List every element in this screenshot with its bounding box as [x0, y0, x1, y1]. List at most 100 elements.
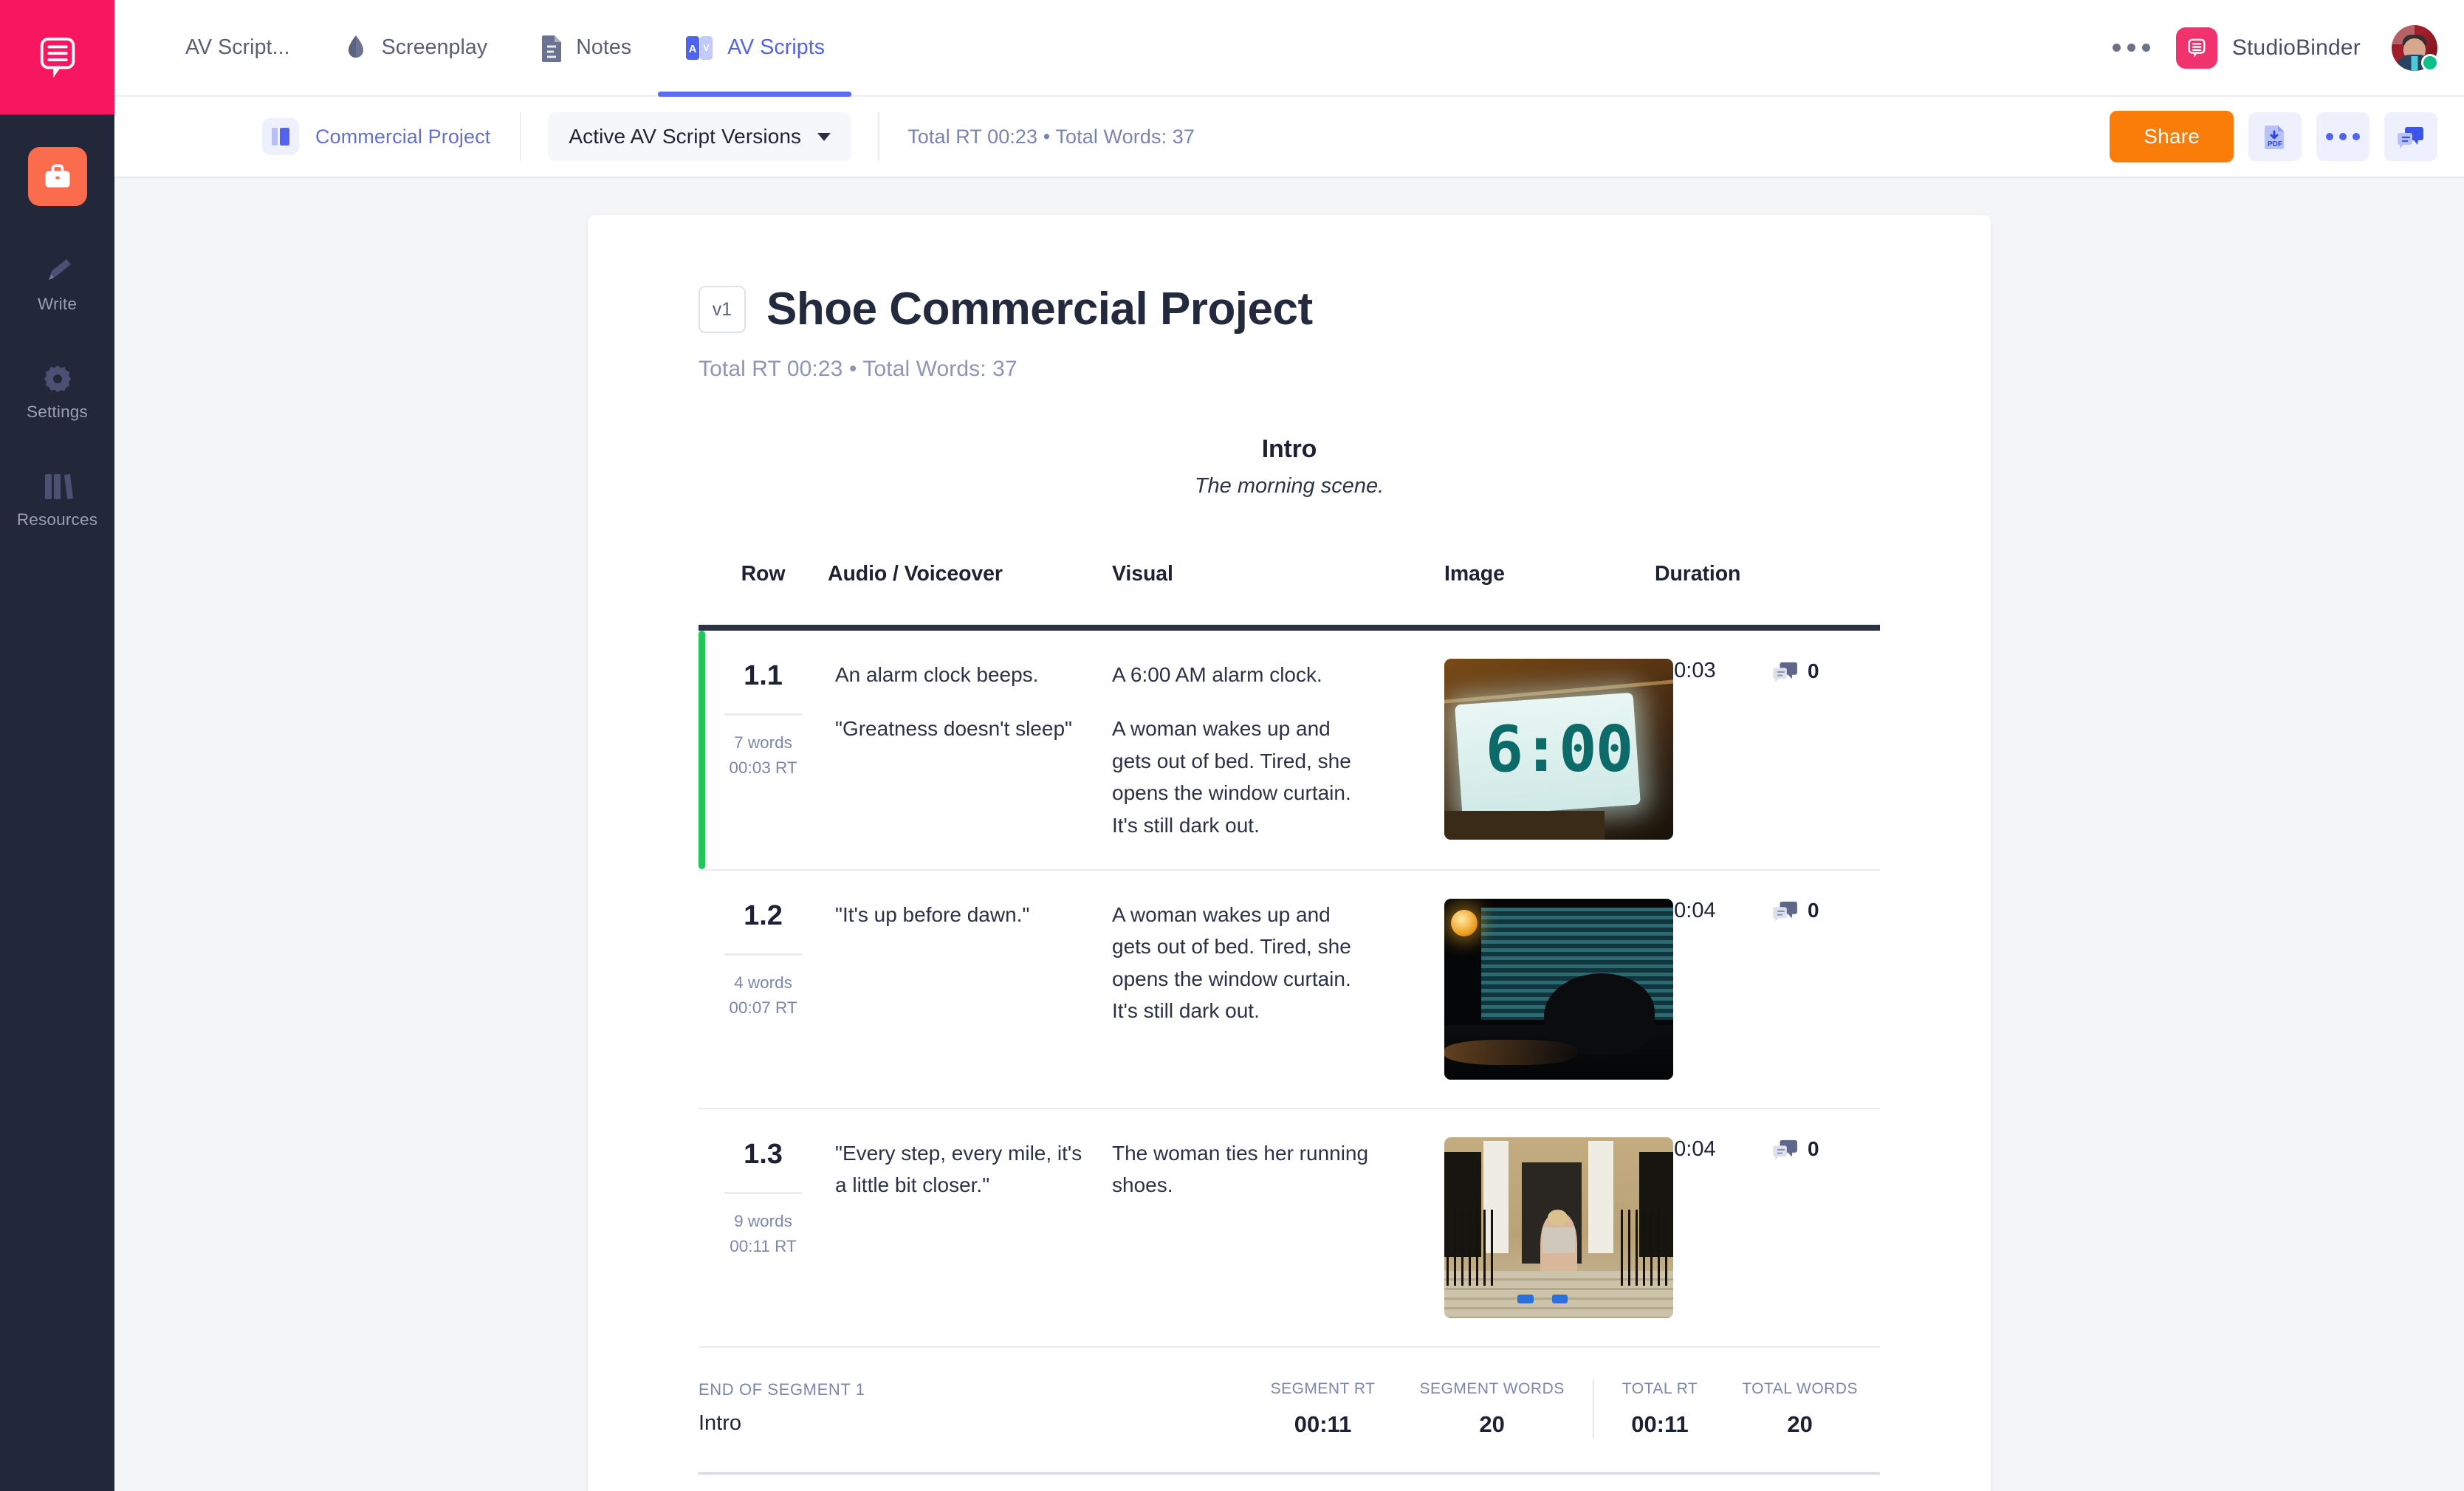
download-pdf-button[interactable]: PDF: [2248, 112, 2302, 161]
column-header-audio: Audio / Voiceover: [828, 562, 1112, 625]
end-of-segment-label: END OF SEGMENT 1: [699, 1380, 1112, 1399]
row-accent-bar: [699, 631, 705, 869]
audio-cell[interactable]: "Every step, every mile, it's a little b…: [828, 1108, 1112, 1347]
image-cell[interactable]: [1404, 1108, 1655, 1347]
table-row[interactable]: 1.1 7 words 00:03 RT An alarm clock beep…: [699, 628, 1880, 870]
row-number-cell[interactable]: 1.1 7 words 00:03 RT: [699, 628, 828, 870]
row-word-count: 9 words: [699, 1209, 828, 1234]
segment-description[interactable]: The morning scene.: [699, 474, 1880, 498]
pen-icon: [41, 255, 74, 287]
audio-cell[interactable]: "It's up before dawn.": [828, 870, 1112, 1108]
sidebar-item-write[interactable]: Write: [0, 255, 114, 314]
studiobinder-logo-button[interactable]: [0, 0, 114, 114]
sidebar-item-label: Resources: [17, 510, 97, 529]
tab-label: Screenplay: [382, 37, 488, 58]
stat-value: 00:11: [1622, 1411, 1698, 1438]
tab-av-script-title[interactable]: AV Script...: [159, 0, 317, 95]
sidebar-item-resources[interactable]: Resources: [0, 470, 114, 529]
page-title[interactable]: Shoe Commercial Project: [766, 287, 1313, 332]
column-header-image: Image: [1404, 562, 1655, 625]
duration-cell[interactable]: 00:03: [1655, 628, 1880, 870]
duration-cell[interactable]: 00:04: [1655, 1108, 1880, 1347]
audio-cell[interactable]: An alarm clock beeps. "Greatness doesn't…: [828, 628, 1112, 870]
visual-line: A 6:00 AM alarm clock.: [1112, 659, 1374, 690]
summary-divider: [1593, 1380, 1594, 1438]
duration-cell[interactable]: 00:04: [1655, 870, 1880, 1108]
image-cell[interactable]: 6:00: [1404, 628, 1655, 870]
stat-label: SEGMENT WORDS: [1419, 1380, 1564, 1398]
audio-line: "It's up before dawn.": [835, 899, 1082, 930]
toolbar-divider: [878, 112, 879, 161]
studiobinder-logo-icon: [2176, 27, 2217, 69]
row-divider: [724, 1192, 802, 1194]
visual-cell[interactable]: A 6:00 AM alarm clock. A woman wakes up …: [1112, 628, 1404, 870]
row-number: 1.3: [699, 1140, 828, 1168]
version-select-label: Active AV Script Versions: [569, 125, 801, 148]
svg-text:PDF: PDF: [2268, 140, 2282, 148]
version-select[interactable]: Active AV Script Versions: [548, 112, 851, 161]
row-number-cell[interactable]: 1.3 9 words 00:11 RT: [699, 1108, 828, 1347]
segment-summary-label-cell: END OF SEGMENT 1 Intro: [699, 1347, 1112, 1473]
segment-rt-stat: SEGMENT RT 00:11: [1249, 1380, 1398, 1438]
woman-tying-shoes-on-porch-steps-thumbnail[interactable]: [1444, 1137, 1673, 1318]
brand-name: StudioBinder: [2232, 35, 2361, 61]
segment-words-stat: SEGMENT WORDS 20: [1397, 1380, 1586, 1438]
column-header-duration: Duration: [1655, 562, 1880, 625]
document-header: v1 Shoe Commercial Project: [699, 286, 1880, 333]
brand-menu[interactable]: StudioBinder: [2176, 27, 2361, 69]
table-row[interactable]: 1.3 9 words 00:11 RT "Every step, every …: [699, 1108, 1880, 1347]
woman-in-bed-dark-bedroom-thumbnail[interactable]: [1444, 899, 1673, 1080]
top-more-button[interactable]: [2110, 28, 2154, 68]
tab-av-scripts[interactable]: A V AV Scripts: [658, 0, 851, 95]
row-comment-button[interactable]: 0: [1773, 1137, 1819, 1161]
row-meta: 9 words 00:11 RT: [699, 1209, 828, 1259]
total-words-stat: TOTAL WORDS 20: [1720, 1380, 1880, 1438]
table-row[interactable]: 1.2 4 words 00:07 RT "It's up before daw…: [699, 870, 1880, 1108]
segment-summary-row: END OF SEGMENT 1 Intro SEGMENT RT 00:11: [699, 1347, 1880, 1473]
toolbar-actions: Share PDF: [2110, 111, 2437, 162]
segment-title[interactable]: Intro: [699, 435, 1880, 464]
sidebar-item-settings[interactable]: Settings: [0, 363, 114, 422]
gear-icon: [42, 363, 73, 395]
row-comment-button[interactable]: 0: [1773, 659, 1819, 683]
row-divider: [724, 713, 802, 716]
stat-label: TOTAL WORDS: [1742, 1380, 1858, 1398]
visual-line: A woman wakes up and gets out of bed. Ti…: [1112, 713, 1374, 841]
image-cell[interactable]: [1404, 870, 1655, 1108]
row-runtime: 00:03 RT: [699, 755, 828, 781]
comment-bubbles-icon: [2398, 125, 2424, 148]
breadcrumb[interactable]: Commercial Project: [262, 118, 520, 155]
tab-screenplay[interactable]: Screenplay: [317, 0, 515, 95]
breadcrumb-label: Commercial Project: [315, 126, 490, 148]
pdf-download-icon: PDF: [2263, 124, 2287, 149]
av-script-page: v1 Shoe Commercial Project Total RT 00:2…: [588, 215, 1991, 1491]
presence-badge: [2421, 54, 2439, 72]
row-comment-button[interactable]: 0: [1773, 899, 1819, 922]
segment-summary-name: Intro: [699, 1411, 1112, 1436]
visual-cell[interactable]: A woman wakes up and gets out of bed. Ti…: [1112, 870, 1404, 1108]
document-more-button[interactable]: [2316, 112, 2369, 161]
briefcase-icon: [41, 160, 74, 193]
avatar[interactable]: [2392, 25, 2437, 71]
tab-list: AV Script... Screenplay: [159, 0, 851, 95]
project-panel-icon: [262, 118, 299, 155]
duration-value: 00:04: [1662, 1137, 1773, 1162]
table-head: Row Audio / Voiceover Visual Image Durat…: [699, 562, 1880, 628]
comments-panel-button[interactable]: [2384, 112, 2437, 161]
svg-text:A: A: [689, 43, 697, 55]
column-header-row: Row: [699, 562, 828, 625]
document-toolbar: Commercial Project Active AV Script Vers…: [114, 97, 2464, 178]
alarm-clock-6-00-thumbnail[interactable]: 6:00: [1444, 659, 1673, 840]
row-word-count: 4 words: [699, 970, 828, 995]
main-area: AV Script... Screenplay: [114, 0, 2464, 1491]
tab-notes[interactable]: Notes: [514, 0, 658, 95]
top-tab-bar: AV Script... Screenplay: [114, 0, 2464, 97]
share-button[interactable]: Share: [2110, 111, 2234, 162]
row-number-cell[interactable]: 1.2 4 words 00:07 RT: [699, 870, 828, 1108]
visual-line: A woman wakes up and gets out of bed. Ti…: [1112, 899, 1374, 1027]
av-script-table: Row Audio / Voiceover Visual Image Durat…: [699, 562, 1880, 1475]
visual-cell[interactable]: The woman ties her running shoes.: [1112, 1108, 1404, 1347]
visual-line: The woman ties her running shoes.: [1112, 1137, 1374, 1202]
rail-project-button[interactable]: [28, 147, 87, 206]
version-badge[interactable]: v1: [699, 286, 746, 333]
